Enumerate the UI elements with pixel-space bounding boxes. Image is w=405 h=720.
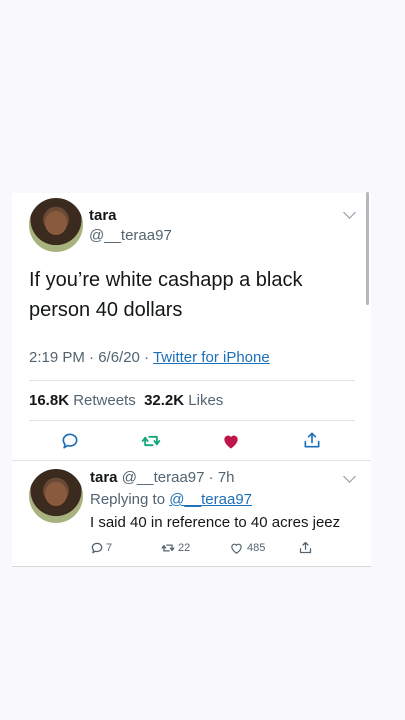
retweet-icon[interactable] [160,541,176,555]
tweet-stats: 16.8K Retweets 32.2K Likes [29,392,223,409]
reply-like-count: 485 [247,542,266,554]
reply-reply-count: 7 [106,542,113,554]
replying-handle-link[interactable]: @__teraa97 [169,491,252,508]
author-handle[interactable]: @__teraa97 [89,227,172,244]
reply-header: tara @__teraa97 · 7h [90,469,235,486]
scrollbar[interactable] [366,192,369,305]
author-name[interactable]: tara [89,207,117,224]
replying-prefix: Replying to [90,491,170,508]
replying-to: Replying to @__teraa97 [90,491,252,508]
share-icon[interactable] [298,540,313,555]
likes-count[interactable]: 32.2K [144,392,184,409]
divider [12,460,371,461]
reply-icon[interactable] [60,431,80,451]
divider [29,380,355,381]
heart-icon[interactable] [229,541,244,555]
retweets-label[interactable]: Retweets [69,392,136,409]
reply-icon[interactable] [90,541,104,555]
heart-icon[interactable] [221,431,241,451]
reply-handle-time[interactable]: @__teraa97 · 7h [118,469,235,486]
retweet-icon[interactable] [141,431,161,451]
reply-retweet-count: 22 [178,542,191,554]
divider [29,420,355,421]
tweet-source-link[interactable]: Twitter for iPhone [153,349,270,366]
likes-label[interactable]: Likes [184,392,223,409]
reply-avatar[interactable] [29,469,83,523]
tweet-meta: 2:19 PM · 6/6/20 · Twitter for iPhone [29,349,270,366]
retweets-count[interactable]: 16.8K [29,392,69,409]
share-icon[interactable] [302,430,322,450]
tweet-time: 2:19 PM · 6/6/20 · [29,349,153,366]
avatar[interactable] [29,198,83,252]
tweet-text: If you’re white cashapp a black person 4… [29,269,303,321]
reply-author-name[interactable]: tara [90,469,118,486]
reply-text: I said 40 in reference to 40 acres jeez [90,514,341,531]
